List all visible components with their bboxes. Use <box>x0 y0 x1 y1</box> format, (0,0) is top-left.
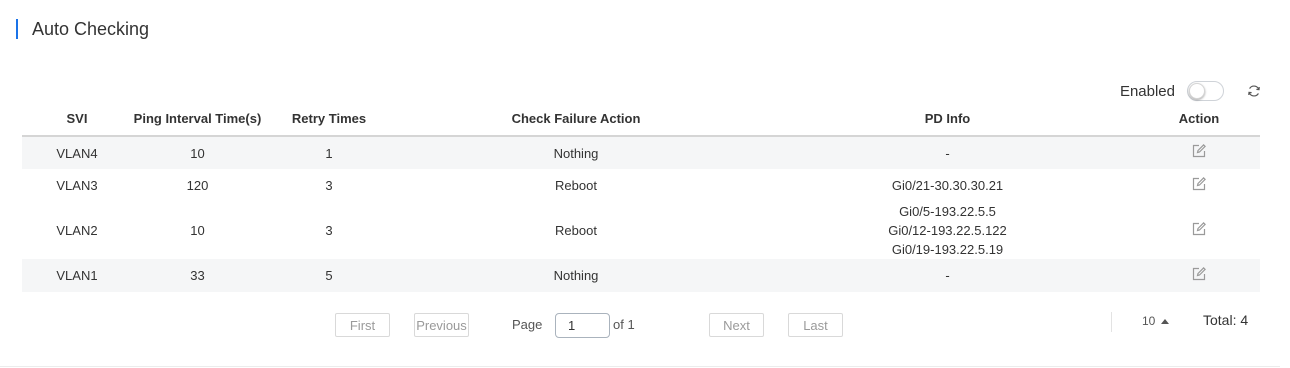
edit-icon[interactable] <box>1191 143 1207 159</box>
next-page-button[interactable]: Next <box>709 313 764 337</box>
cell-ping-interval: 10 <box>132 136 263 169</box>
cell-ping-interval: 10 <box>132 202 263 259</box>
edit-icon[interactable] <box>1191 266 1207 282</box>
section-title: Auto Checking <box>32 18 150 39</box>
enabled-toggle[interactable] <box>1187 81 1224 101</box>
table-header-row: SVI Ping Interval Time(s) Retry Times Ch… <box>22 102 1260 137</box>
cell-action <box>1138 169 1260 202</box>
cell-retry-times: 1 <box>263 136 395 169</box>
pd-info-line: - <box>945 145 950 161</box>
cell-svi: VLAN3 <box>22 169 132 202</box>
cell-failure-action: Nothing <box>395 136 757 169</box>
page-of-label: of 1 <box>613 317 635 332</box>
pd-info-line: Gi0/21-30.30.30.21 <box>891 178 1004 193</box>
last-page-button[interactable]: Last <box>788 313 843 337</box>
pd-info-line: - <box>945 268 950 283</box>
cell-ping-interval: 120 <box>132 169 263 202</box>
column-header-retry-times[interactable]: Retry Times <box>263 102 395 137</box>
pagination: First Previous Page of 1 Next Last <box>0 313 1290 338</box>
cell-retry-times: 3 <box>263 202 395 259</box>
cell-svi: VLAN2 <box>22 202 132 259</box>
column-header-pd-info[interactable]: PD Info <box>757 102 1138 137</box>
cell-retry-times: 3 <box>263 169 395 202</box>
edit-icon[interactable] <box>1191 176 1207 192</box>
caret-up-icon <box>1161 318 1170 324</box>
column-header-check-failure-action[interactable]: Check Failure Action <box>395 102 757 137</box>
pd-info-line: Gi0/19-193.22.5.19 <box>891 242 1004 257</box>
table-row: VLAN2 10 3 Reboot Gi0/5-193.22.5.5 Gi0/1… <box>22 202 1260 259</box>
column-header-action: Action <box>1138 102 1260 137</box>
column-header-svi[interactable]: SVI <box>22 102 132 137</box>
pd-info-line: Gi0/5-193.22.5.5 <box>899 204 996 219</box>
section-header: Auto Checking <box>16 18 149 40</box>
cell-ping-interval: 33 <box>132 259 263 292</box>
cell-action <box>1138 136 1260 169</box>
cell-pd-info: Gi0/21-30.30.30.21 <box>757 169 1138 202</box>
page-size-select[interactable]: 10 <box>1142 314 1170 328</box>
table-row: VLAN3 120 3 Reboot Gi0/21-30.30.30.21 <box>22 169 1260 202</box>
first-page-button[interactable]: First <box>335 313 390 337</box>
cell-svi: VLAN4 <box>22 136 132 169</box>
pager-divider <box>1111 312 1112 332</box>
cell-retry-times: 5 <box>263 259 395 292</box>
auto-checking-table: SVI Ping Interval Time(s) Retry Times Ch… <box>22 102 1260 292</box>
pd-info-line: Gi0/12-193.22.5.122 <box>888 223 1007 238</box>
cell-pd-info: - <box>757 136 1138 169</box>
cell-failure-action: Nothing <box>395 259 757 292</box>
total-count: Total: 4 <box>1203 312 1249 328</box>
edit-icon[interactable] <box>1191 221 1207 237</box>
cell-pd-info: Gi0/5-193.22.5.5 Gi0/12-193.22.5.122 Gi0… <box>757 202 1138 259</box>
page-number-input[interactable] <box>555 313 610 338</box>
toggle-knob <box>1189 83 1205 99</box>
page-label: Page <box>512 317 543 332</box>
cell-action <box>1138 259 1260 292</box>
previous-page-button[interactable]: Previous <box>414 313 469 337</box>
cell-failure-action: Reboot <box>395 202 757 259</box>
cell-action <box>1138 202 1260 259</box>
table-row: VLAN4 10 1 Nothing - <box>22 136 1260 169</box>
toolbar: Enabled <box>1120 81 1262 101</box>
table-row: VLAN1 33 5 Nothing - <box>22 259 1260 292</box>
cell-failure-action: Reboot <box>395 169 757 202</box>
enabled-label: Enabled <box>1119 82 1175 100</box>
cell-svi: VLAN1 <box>22 259 132 292</box>
section-divider <box>0 366 1280 367</box>
title-accent-bar <box>16 19 18 39</box>
page-size-value: 10 <box>1142 314 1156 328</box>
cell-pd-info: - <box>757 259 1138 292</box>
column-header-ping-interval[interactable]: Ping Interval Time(s) <box>132 102 263 137</box>
refresh-icon[interactable] <box>1246 83 1262 99</box>
